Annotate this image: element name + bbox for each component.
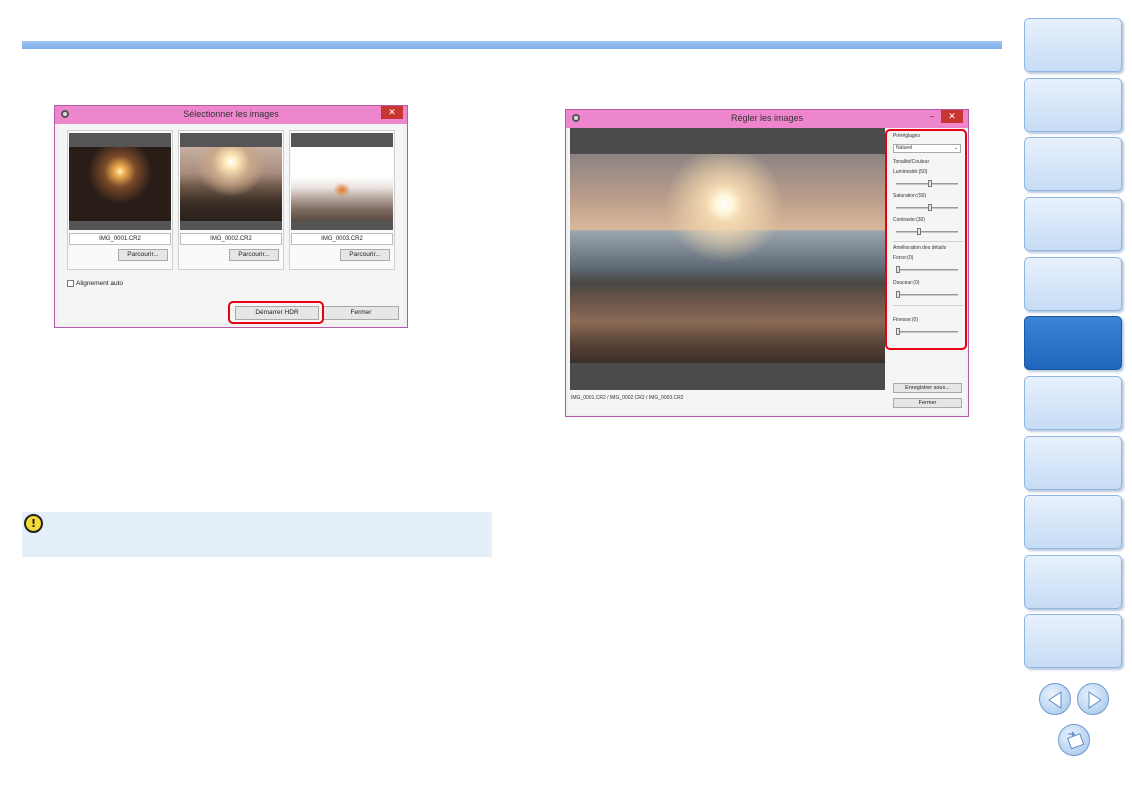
header-rule — [22, 41, 1002, 49]
dialog-body: IMG_0001.CR2 Parcourir... IMG_0002.CR2 P… — [59, 124, 403, 324]
highlight-frame — [228, 301, 324, 324]
image-slot-1: IMG_0001.CR2 Parcourir... — [67, 130, 173, 270]
title-bar: Sélectionner les images ✕ — [55, 106, 407, 124]
save-as-button[interactable]: Enregistrer sous... — [893, 383, 962, 393]
prev-page-button[interactable] — [1039, 683, 1071, 715]
window-title: Régler les images — [730, 113, 804, 123]
nav-tab-5[interactable] — [1024, 257, 1122, 311]
close-icon[interactable]: ✕ — [381, 106, 403, 119]
image-slot-3: IMG_0003.CR2 Parcourir... — [289, 130, 395, 270]
nav-tab-9[interactable] — [1024, 495, 1122, 549]
title-bar: Régler les images – ▫ ✕ — [566, 110, 968, 128]
close-button[interactable]: Fermer — [323, 306, 399, 320]
nav-tab-8[interactable] — [1024, 436, 1122, 490]
browse-button[interactable]: Parcourir... — [118, 249, 168, 261]
dialog-body: IMG_0001.CR2 / IMG_0002.CR2 / IMG_0003.C… — [568, 128, 967, 414]
file-list-status: IMG_0001.CR2 / IMG_0002.CR2 / IMG_0003.C… — [571, 395, 684, 401]
nav-tab-1[interactable] — [1024, 18, 1122, 72]
caution-box: ! — [22, 512, 492, 557]
image-filename: IMG_0003.CR2 — [291, 233, 393, 245]
auto-align-checkbox[interactable]: Alignement auto — [67, 280, 123, 287]
return-icon — [1067, 731, 1085, 750]
thumbnail-image — [69, 133, 171, 230]
minimize-icon[interactable]: – — [930, 112, 934, 121]
image-filename: IMG_0002.CR2 — [180, 233, 282, 245]
browse-button[interactable]: Parcourir... — [340, 249, 390, 261]
next-arrow-icon — [1088, 691, 1102, 709]
highlight-frame — [885, 129, 967, 350]
next-page-button[interactable] — [1077, 683, 1109, 715]
nav-tab-4[interactable] — [1024, 197, 1122, 251]
browse-button[interactable]: Parcourir... — [229, 249, 279, 261]
caution-icon: ! — [24, 514, 43, 533]
nav-tab-7[interactable] — [1024, 376, 1122, 430]
return-button[interactable] — [1058, 724, 1090, 756]
select-images-dialog: Sélectionner les images ✕ IMG_0001.CR2 P… — [54, 105, 408, 328]
nav-tab-6[interactable] — [1024, 316, 1122, 370]
close-icon[interactable]: ✕ — [941, 110, 963, 123]
nav-tab-10[interactable] — [1024, 555, 1122, 609]
thumbnail-image — [180, 133, 282, 230]
nav-tab-2[interactable] — [1024, 78, 1122, 132]
window-title: Sélectionner les images — [183, 109, 279, 119]
preview-photo — [570, 154, 885, 363]
adjust-images-dialog: Régler les images – ▫ ✕ IMG_0001.CR2 / I… — [565, 109, 969, 417]
image-slot-2: IMG_0002.CR2 Parcourir... — [178, 130, 284, 270]
prev-arrow-icon — [1048, 691, 1062, 709]
nav-tab-3[interactable] — [1024, 137, 1122, 191]
hdr-preview — [570, 128, 885, 390]
thumbnail-image — [291, 133, 393, 230]
image-filename: IMG_0001.CR2 — [69, 233, 171, 245]
checkbox-label: Alignement auto — [76, 280, 123, 288]
nav-tab-11[interactable] — [1024, 614, 1122, 668]
checkbox-box[interactable] — [67, 280, 74, 287]
close-button[interactable]: Fermer — [893, 398, 962, 408]
